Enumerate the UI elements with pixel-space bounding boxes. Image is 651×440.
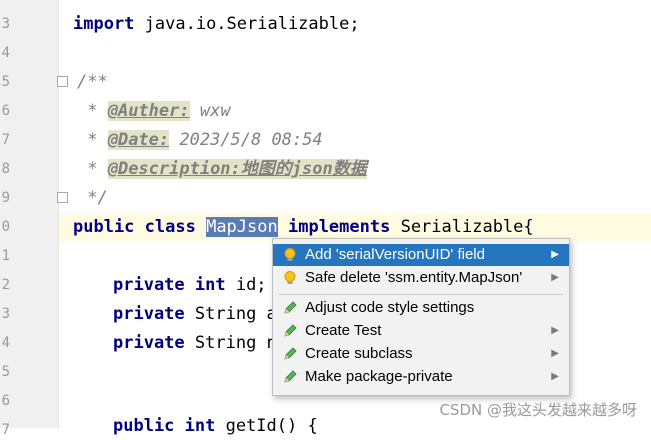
submenu-arrow-icon: ▶ bbox=[551, 325, 559, 336]
popup-item-label: Safe delete 'ssm.entity.MapJson' bbox=[305, 269, 523, 286]
code-line[interactable]: private int id; bbox=[113, 273, 267, 297]
popup-item-label: Create Test bbox=[305, 322, 382, 339]
javadoc-tag: @Auther: bbox=[107, 101, 190, 121]
bulb-icon bbox=[284, 271, 296, 284]
submenu-arrow-icon: ▶ bbox=[551, 249, 559, 260]
popup-separator bbox=[279, 294, 563, 295]
code-text: getId() { bbox=[215, 416, 318, 436]
keyword: implements bbox=[287, 217, 391, 237]
popup-item-create-subclass[interactable]: Create subclass ▶ bbox=[273, 343, 569, 365]
line-number: 3 bbox=[1, 16, 10, 32]
code-line[interactable]: public int getId() { bbox=[113, 414, 318, 438]
line-number: 5 bbox=[1, 364, 10, 380]
submenu-arrow-icon: ▶ bbox=[551, 348, 559, 359]
line-number: 6 bbox=[1, 393, 10, 409]
code-line[interactable]: */ bbox=[77, 186, 107, 210]
code-text: String a bbox=[184, 304, 277, 324]
javadoc-tag: @Description:地图的json数据 bbox=[107, 159, 367, 179]
code-line[interactable]: * @Auther: wxw bbox=[77, 99, 231, 123]
popup-item-label: Add 'serialVersionUID' field bbox=[305, 246, 485, 263]
popup-item-create-test[interactable]: Create Test ▶ bbox=[273, 320, 569, 342]
pencil-icon bbox=[284, 301, 297, 314]
popup-item-make-package-private[interactable]: Make package-private ▶ bbox=[273, 366, 569, 388]
line-number: 2 bbox=[1, 277, 10, 293]
line-number: 8 bbox=[1, 161, 10, 177]
fold-toggle-icon[interactable] bbox=[57, 76, 68, 87]
submenu-arrow-icon: ▶ bbox=[551, 272, 559, 283]
comment-text: * bbox=[77, 130, 108, 150]
line-number: 4 bbox=[1, 335, 10, 351]
code-line[interactable]: * @Date: 2023/5/8 08:54 bbox=[77, 128, 323, 152]
popup-item-safe-delete[interactable]: Safe delete 'ssm.entity.MapJson' ▶ bbox=[273, 267, 569, 289]
popup-item-label: Make package-private bbox=[305, 368, 453, 385]
keyword: public int bbox=[113, 416, 216, 436]
popup-item-label: Create subclass bbox=[305, 345, 413, 362]
line-number: 6 bbox=[1, 103, 10, 119]
javadoc-tag: @Date: bbox=[107, 130, 170, 150]
code-text: java.io.Serializable; bbox=[134, 14, 360, 34]
keyword: public class bbox=[73, 217, 196, 237]
popup-item-add-serial-version-uid[interactable]: Add 'serialVersionUID' field ▶ bbox=[273, 244, 569, 266]
popup-item-adjust-code-style[interactable]: Adjust code style settings bbox=[273, 297, 569, 319]
pencil-icon bbox=[284, 347, 297, 360]
intention-actions-popup: Add 'serialVersionUID' field ▶ Safe dele… bbox=[272, 238, 570, 396]
pencil-icon bbox=[284, 324, 297, 337]
line-number: 0 bbox=[1, 219, 10, 235]
code-line[interactable]: private String a bbox=[113, 302, 277, 326]
comment-text: 2023/5/8 08:54 bbox=[169, 130, 323, 150]
code-line[interactable]: * @Description:地图的json数据 bbox=[77, 157, 367, 181]
comment-text: * bbox=[77, 101, 108, 121]
popup-item-label: Adjust code style settings bbox=[305, 299, 475, 316]
keyword: private bbox=[113, 333, 185, 353]
watermark: CSDN @我这头发越来越多呀 bbox=[439, 401, 637, 419]
line-number: 7 bbox=[1, 422, 10, 438]
line-number: 1 bbox=[1, 248, 10, 264]
line-number: 3 bbox=[1, 306, 10, 322]
code-line[interactable]: import java.io.Serializable; bbox=[73, 12, 360, 36]
pencil-icon bbox=[284, 370, 297, 383]
line-number: 7 bbox=[1, 132, 10, 148]
keyword: import bbox=[73, 14, 135, 34]
line-number: 9 bbox=[1, 190, 10, 206]
comment-text: * bbox=[77, 159, 108, 179]
line-number: 5 bbox=[1, 74, 10, 90]
code-line[interactable]: /** bbox=[77, 70, 108, 94]
fold-toggle-icon[interactable] bbox=[57, 192, 68, 203]
code-line[interactable]: private String n bbox=[113, 331, 277, 355]
comment-text: wxw bbox=[189, 101, 231, 121]
keyword: private bbox=[113, 304, 185, 324]
code-text: id; bbox=[225, 275, 267, 295]
code-text: String n bbox=[184, 333, 277, 353]
code-text: Serializable{ bbox=[390, 217, 534, 237]
line-number: 4 bbox=[1, 45, 10, 61]
keyword: private int bbox=[113, 275, 226, 295]
submenu-arrow-icon: ▶ bbox=[551, 371, 559, 382]
code-line[interactable]: public class MapJson implements Serializ… bbox=[73, 215, 534, 239]
selected-identifier[interactable]: MapJson bbox=[206, 217, 278, 237]
bulb-icon bbox=[284, 248, 296, 261]
